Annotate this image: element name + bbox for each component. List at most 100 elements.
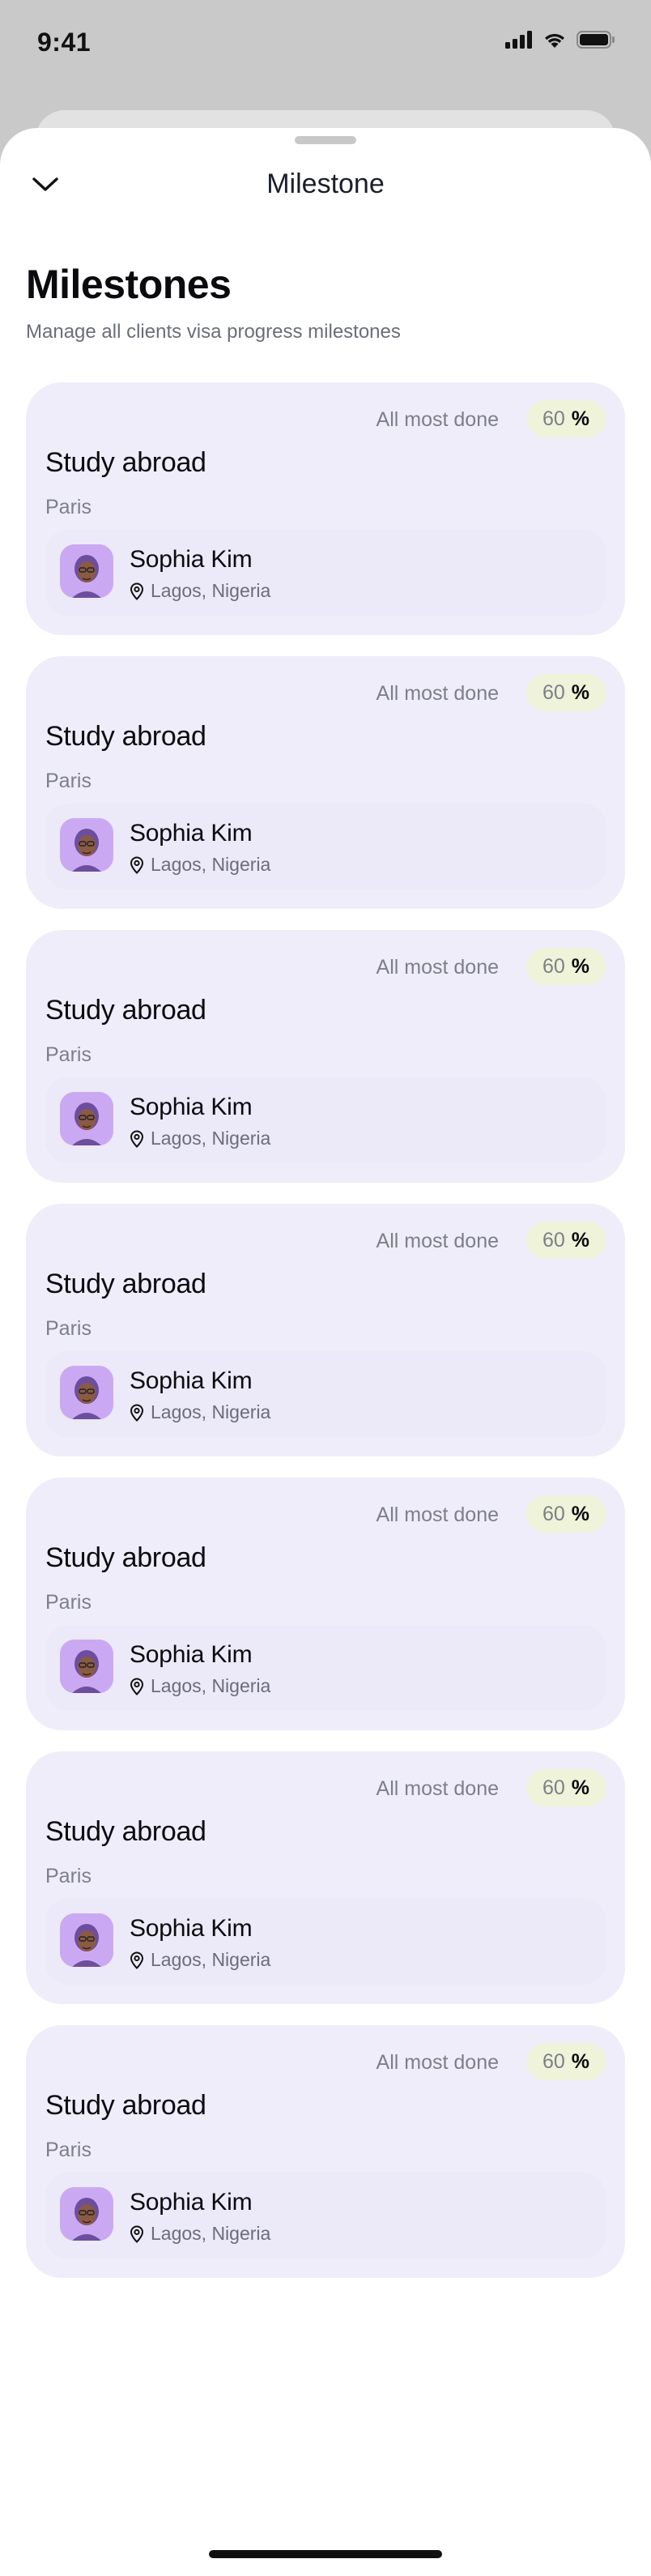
milestone-title: Study abroad [45, 1269, 206, 1299]
client-row[interactable]: Sophia Kim Lagos, Nigeria [45, 804, 606, 889]
location-pin-icon [130, 2224, 144, 2243]
client-location-text: Lagos, Nigeria [151, 1949, 271, 1970]
milestone-status: All most done [376, 956, 499, 979]
avatar [60, 818, 113, 872]
milestone-status: All most done [376, 682, 499, 705]
milestone-card[interactable]: All most done 60 % Study abroad Paris So… [26, 382, 625, 635]
sheet-title: Milestone [266, 168, 385, 199]
milestone-title: Study abroad [45, 1542, 206, 1573]
progress-badge: 60 % [525, 400, 606, 437]
progress-badge: 60 % [525, 674, 606, 711]
client-row[interactable]: Sophia Kim Lagos, Nigeria [45, 530, 606, 616]
avatar-illustration [60, 544, 113, 598]
location-pin-icon [130, 1403, 144, 1422]
location-pin-icon [130, 582, 144, 600]
location-pin-icon [130, 1129, 144, 1148]
milestone-title: Study abroad [45, 721, 206, 752]
progress-value: 60 [542, 680, 565, 704]
milestone-status: All most done [376, 1230, 499, 1252]
client-location: Lagos, Nigeria [130, 854, 270, 876]
client-name: Sophia Kim [130, 1094, 253, 1120]
milestone-city: Paris [45, 1043, 91, 1066]
client-location-text: Lagos, Nigeria [151, 2223, 271, 2244]
page-subtitle: Manage all clients visa progress milesto… [26, 321, 401, 343]
progress-badge: 60 % [525, 1495, 606, 1533]
progress-badge: 60 % [525, 948, 606, 985]
milestone-city: Paris [45, 1317, 91, 1340]
progress-value: 60 [542, 954, 565, 978]
battery-icon [577, 31, 615, 49]
location-pin-icon [130, 855, 144, 874]
milestone-card[interactable]: All most done 60 % Study abroad Paris So… [26, 2025, 625, 2278]
milestone-list: All most done 60 % Study abroad Paris So… [26, 382, 625, 2299]
percent-sign: % [571, 954, 589, 978]
client-name: Sophia Kim [130, 2189, 253, 2216]
avatar [60, 1092, 113, 1145]
avatar [60, 1640, 113, 1693]
avatar [60, 1913, 113, 1967]
client-row[interactable]: Sophia Kim Lagos, Nigeria [45, 1351, 606, 1437]
status-time: 9:41 [37, 28, 91, 57]
page-title: Milestones [26, 262, 232, 307]
client-location: Lagos, Nigeria [130, 1401, 270, 1423]
milestone-card[interactable]: All most done 60 % Study abroad Paris So… [26, 1204, 625, 1456]
milestone-city: Paris [45, 2139, 91, 2161]
percent-sign: % [571, 1776, 589, 1799]
percent-sign: % [571, 680, 589, 704]
client-location: Lagos, Nigeria [130, 1128, 270, 1149]
sheet-grabber[interactable] [295, 136, 356, 144]
client-row[interactable]: Sophia Kim Lagos, Nigeria [45, 2173, 606, 2258]
milestone-status: All most done [376, 408, 499, 431]
milestone-card[interactable]: All most done 60 % Study abroad Paris So… [26, 1751, 625, 2004]
milestone-city: Paris [45, 1865, 91, 1887]
wifi-icon [545, 33, 564, 48]
client-name: Sophia Kim [130, 820, 253, 847]
avatar-illustration [60, 1092, 113, 1145]
client-name: Sophia Kim [130, 1915, 253, 1942]
client-location-text: Lagos, Nigeria [151, 1675, 271, 1696]
avatar-illustration [60, 818, 113, 872]
avatar-illustration [60, 1913, 113, 1967]
percent-sign: % [571, 1502, 589, 1525]
milestone-sheet: Milestone Milestones Manage all clients … [0, 128, 651, 2576]
status-bar: 9:41 [0, 0, 651, 89]
milestone-card[interactable]: All most done 60 % Study abroad Paris So… [26, 930, 625, 1183]
client-name: Sophia Kim [130, 1641, 253, 1668]
percent-sign: % [571, 1228, 589, 1252]
milestone-status: All most done [376, 1777, 499, 1800]
milestone-card[interactable]: All most done 60 % Study abroad Paris So… [26, 656, 625, 909]
client-row[interactable]: Sophia Kim Lagos, Nigeria [45, 1625, 606, 1711]
home-indicator[interactable] [209, 2550, 442, 2558]
percent-sign: % [571, 2049, 589, 2073]
location-pin-icon [130, 1677, 144, 1695]
progress-value: 60 [542, 1502, 565, 1525]
progress-badge: 60 % [525, 1769, 606, 1806]
client-name: Sophia Kim [130, 546, 253, 573]
progress-value: 60 [542, 2049, 565, 2073]
progress-badge: 60 % [525, 1222, 606, 1259]
milestone-title: Study abroad [45, 995, 206, 1026]
milestone-status: All most done [376, 1503, 499, 1526]
client-location-text: Lagos, Nigeria [151, 1128, 271, 1149]
avatar [60, 2187, 113, 2241]
milestone-title: Study abroad [45, 2090, 206, 2121]
client-name: Sophia Kim [130, 1367, 253, 1394]
client-location-text: Lagos, Nigeria [151, 580, 271, 601]
avatar-illustration [60, 1640, 113, 1693]
location-pin-icon [130, 1951, 144, 1969]
milestone-card[interactable]: All most done 60 % Study abroad Paris So… [26, 1478, 625, 1730]
avatar-illustration [60, 1366, 113, 1419]
progress-badge: 60 % [525, 2043, 606, 2080]
avatar [60, 1366, 113, 1419]
client-row[interactable]: Sophia Kim Lagos, Nigeria [45, 1077, 606, 1163]
client-location: Lagos, Nigeria [130, 2223, 270, 2245]
milestone-status: All most done [376, 2051, 499, 2074]
status-icons [505, 31, 615, 49]
avatar-illustration [60, 2187, 113, 2241]
client-location-text: Lagos, Nigeria [151, 854, 271, 875]
client-location: Lagos, Nigeria [130, 1949, 270, 1971]
cellular-signal-icon [505, 31, 532, 49]
milestone-title: Study abroad [45, 447, 206, 478]
client-row[interactable]: Sophia Kim Lagos, Nigeria [45, 1899, 606, 1985]
milestone-city: Paris [45, 770, 91, 792]
